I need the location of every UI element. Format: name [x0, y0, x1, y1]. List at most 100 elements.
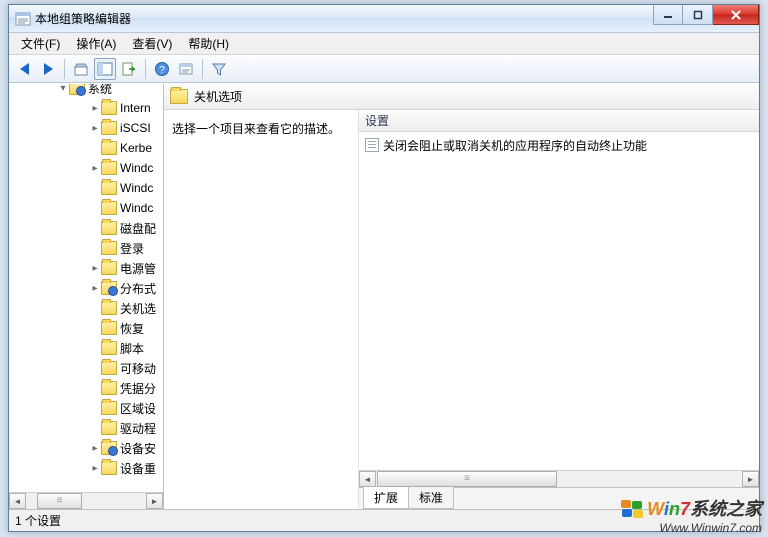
filter-button[interactable]: [208, 58, 230, 80]
tree-item[interactable]: 关机选: [9, 298, 163, 318]
tree-item[interactable]: ▸ Intern: [9, 98, 163, 118]
folder-icon: [101, 141, 117, 155]
tree-pane: ▾ 系统 ▸ Intern ▸ iSCSI Kerbe ▸ Windc Windc Windc 磁盘配…: [9, 84, 164, 509]
folder-icon: [101, 361, 117, 375]
tree-item-label: Windc: [120, 161, 153, 175]
expander-icon[interactable]: ▸: [89, 463, 101, 474]
folder-icon: [101, 121, 117, 135]
properties-button[interactable]: [175, 58, 197, 80]
scroll-right-button[interactable]: ►: [146, 493, 163, 509]
help-button[interactable]: ?: [151, 58, 173, 80]
folder-icon: [101, 201, 117, 215]
folder-icon: [101, 461, 117, 475]
toolbar-separator: [202, 59, 203, 79]
tree-item[interactable]: Windc: [9, 178, 163, 198]
description-text: 选择一个项目来查看它的描述。: [172, 122, 340, 136]
folder-icon: [69, 84, 85, 95]
scroll-right-button[interactable]: ►: [742, 471, 759, 487]
minimize-button[interactable]: [653, 5, 683, 25]
toolbar-separator: [145, 59, 146, 79]
menu-action[interactable]: 操作(A): [68, 33, 124, 54]
scroll-thumb[interactable]: [37, 493, 82, 509]
tree-item[interactable]: 驱动程: [9, 418, 163, 438]
tree-item-label: 设备重: [120, 460, 156, 477]
scroll-thumb[interactable]: [377, 471, 557, 487]
window-controls: [653, 5, 759, 25]
tree-item[interactable]: ▾ 系统: [9, 84, 163, 98]
tree-item[interactable]: 区域设: [9, 398, 163, 418]
tree-item-label: 凭据分: [120, 380, 156, 397]
tree-item[interactable]: 可移动: [9, 358, 163, 378]
view-tabs: 扩展 标准: [359, 487, 759, 509]
folder-icon: [101, 341, 117, 355]
window-title: 本地组策略编辑器: [35, 10, 131, 27]
menu-file[interactable]: 文件(F): [13, 33, 68, 54]
tree-item-label: 驱动程: [120, 420, 156, 437]
right-header: 关机选项: [164, 84, 759, 110]
tree-item-label: Kerbe: [120, 141, 152, 155]
back-button[interactable]: [13, 58, 35, 80]
tree-item-label: 恢复: [120, 320, 144, 337]
setting-row[interactable]: 关闭会阻止或取消关机的应用程序的自动终止功能: [359, 136, 759, 154]
scroll-left-button[interactable]: ◄: [359, 471, 376, 487]
tree-item[interactable]: ▸ iSCSI: [9, 118, 163, 138]
status-text: 1 个设置: [15, 512, 61, 529]
tree-item-label: iSCSI: [120, 121, 151, 135]
expander-icon[interactable]: ▸: [89, 283, 101, 294]
up-button[interactable]: [70, 58, 92, 80]
tree-item-label: 登录: [120, 240, 144, 257]
folder-icon: [101, 321, 117, 335]
tree-item[interactable]: 凭据分: [9, 378, 163, 398]
export-button[interactable]: [118, 58, 140, 80]
list-horizontal-scrollbar[interactable]: ◄ ►: [359, 470, 759, 487]
expander-icon[interactable]: ▸: [89, 163, 101, 174]
tree-item-label: 系统: [88, 84, 112, 97]
tree-item-label: Windc: [120, 201, 153, 215]
tree-item-label: 区域设: [120, 400, 156, 417]
app-icon: [15, 11, 31, 27]
folder-icon: [101, 441, 117, 455]
column-header-setting[interactable]: 设置: [359, 110, 759, 132]
tree-item[interactable]: 脚本: [9, 338, 163, 358]
tree-item[interactable]: ▸ Windc: [9, 158, 163, 178]
tree-item-label: Intern: [120, 101, 151, 115]
expander-icon[interactable]: ▸: [89, 263, 101, 274]
expander-icon[interactable]: ▸: [89, 123, 101, 134]
tree-horizontal-scrollbar[interactable]: ◄ ►: [9, 492, 163, 509]
expander-icon[interactable]: ▸: [89, 443, 101, 454]
tree-item-label: 电源管: [120, 260, 156, 277]
tree-item[interactable]: 登录: [9, 238, 163, 258]
folder-icon: [101, 161, 117, 175]
tree-item[interactable]: 恢复: [9, 318, 163, 338]
tree-item[interactable]: 磁盘配: [9, 218, 163, 238]
tree-item[interactable]: Kerbe: [9, 138, 163, 158]
expander-icon[interactable]: ▸: [89, 103, 101, 114]
menu-help[interactable]: 帮助(H): [180, 33, 237, 54]
setting-label: 关闭会阻止或取消关机的应用程序的自动终止功能: [383, 137, 647, 154]
tab-standard[interactable]: 标准: [408, 487, 454, 509]
column-header-label: 设置: [365, 112, 389, 129]
tree-item-label: 磁盘配: [120, 220, 156, 237]
show-tree-button[interactable]: [94, 58, 116, 80]
tree-item[interactable]: ▸ 电源管: [9, 258, 163, 278]
tree-item[interactable]: ▸分布式: [9, 278, 163, 298]
folder-icon: [101, 301, 117, 315]
scroll-left-button[interactable]: ◄: [9, 493, 26, 509]
settings-list-pane: 设置 关闭会阻止或取消关机的应用程序的自动终止功能 ◄ ► 扩展 标准: [359, 110, 759, 509]
main-area: ▾ 系统 ▸ Intern ▸ iSCSI Kerbe ▸ Windc Windc Windc 磁盘配…: [9, 83, 759, 509]
toolbar: ?: [9, 55, 759, 83]
maximize-button[interactable]: [683, 5, 713, 25]
forward-button[interactable]: [37, 58, 59, 80]
tree-scroll[interactable]: ▾ 系统 ▸ Intern ▸ iSCSI Kerbe ▸ Windc Windc Windc 磁盘配…: [9, 84, 163, 492]
menu-view[interactable]: 查看(V): [124, 33, 180, 54]
tree-item-label: 关机选: [120, 300, 156, 317]
tree-item[interactable]: ▸设备安: [9, 438, 163, 458]
menubar: 文件(F) 操作(A) 查看(V) 帮助(H): [9, 33, 759, 55]
tree-item[interactable]: ▸ 设备重: [9, 458, 163, 478]
expander-icon[interactable]: ▾: [57, 84, 69, 94]
close-button[interactable]: [713, 5, 759, 25]
tree-item[interactable]: Windc: [9, 198, 163, 218]
statusbar: 1 个设置: [9, 509, 759, 531]
description-pane: 选择一个项目来查看它的描述。: [164, 110, 359, 509]
tab-extended[interactable]: 扩展: [363, 487, 409, 509]
